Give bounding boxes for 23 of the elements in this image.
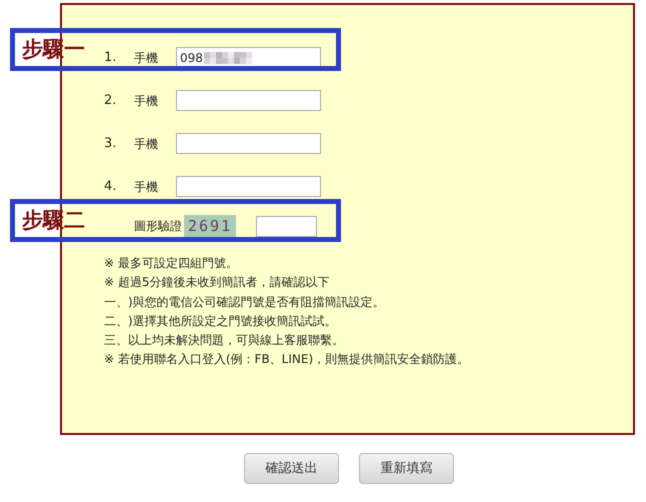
- phone-field[interactable]: [176, 90, 321, 111]
- phone-field[interactable]: [176, 176, 321, 197]
- reset-button[interactable]: 重新填寫: [359, 453, 454, 484]
- note-text: 三、以上均未解決問題，可與線上客服聯繫。: [104, 332, 344, 350]
- row-number: 2.: [104, 92, 118, 110]
- field-label: 手機: [134, 136, 159, 152]
- row-number: 3.: [104, 134, 118, 153]
- row-number: 4.: [104, 178, 118, 196]
- field-label: 圖形驗證: [134, 218, 182, 235]
- note-text: 二、)選擇其他所設定之門號接收簡訊試試。: [104, 312, 337, 330]
- note-text: ※ 若使用聯名入口登入(例：FB、LINE)，則無提供簡訊安全鎖防護。: [104, 351, 470, 368]
- field-label: 手機: [134, 50, 159, 66]
- note-text: ※ 超過5分鐘後未收到簡訊者，請確認以下: [104, 274, 330, 292]
- note-text: 一、)與您的電信公司確認門號是否有阻擋簡訊設定。: [104, 294, 385, 311]
- submit-button[interactable]: 確認送出: [244, 453, 339, 484]
- row-number: 1.: [104, 48, 118, 67]
- phone-field[interactable]: 098: [176, 47, 321, 68]
- field-label: 手機: [134, 92, 159, 110]
- captcha-field[interactable]: [256, 216, 318, 236]
- phone-field[interactable]: [176, 133, 321, 154]
- captcha-image: 2691: [184, 214, 236, 238]
- field-label: 手機: [134, 178, 159, 196]
- note-text: ※ 最多可設定四組門號。: [104, 255, 238, 272]
